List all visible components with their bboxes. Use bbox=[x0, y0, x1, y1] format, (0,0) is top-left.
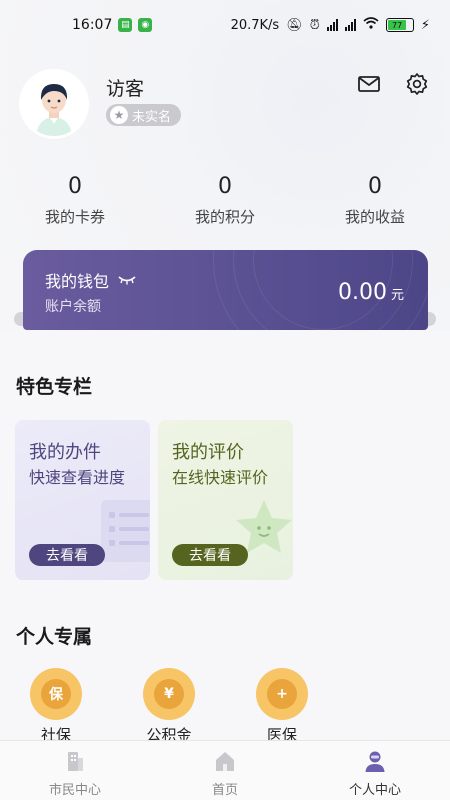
wallet-amount: 0.00 bbox=[338, 280, 387, 305]
stat-label: 我的积分 bbox=[194, 208, 255, 226]
network-speed: 20.7K/s bbox=[230, 17, 280, 33]
signal-icon bbox=[326, 19, 338, 31]
signal-icon-2 bbox=[344, 19, 356, 31]
stat-value: 0 bbox=[368, 174, 382, 199]
personal-section-title: 个人专属 bbox=[16, 626, 93, 648]
stat-coupons[interactable]: 0 我的卡券 bbox=[0, 172, 150, 227]
username: 访客 bbox=[106, 78, 145, 100]
alarm-icon: ⏰︎ bbox=[309, 17, 320, 33]
user-profile-icon bbox=[365, 751, 385, 772]
view-applications-button[interactable]: 去看看 bbox=[29, 544, 105, 566]
stat-points[interactable]: 0 我的积分 bbox=[150, 172, 300, 227]
avatar-illustration bbox=[22, 72, 86, 136]
wallet-title-row: 我的钱包 bbox=[45, 268, 137, 292]
view-reviews-button[interactable]: 去看看 bbox=[172, 544, 248, 566]
wallet-subtitle: 账户余额 bbox=[45, 299, 101, 315]
notification-app-icon: ▤ bbox=[118, 18, 133, 32]
wallet-currency-unit: 元 bbox=[390, 288, 404, 303]
status-bar: 16:07 ▤ ◉ 20.7K/s 🔕︎ ⏰︎ 77 ⚡︎ bbox=[0, 0, 450, 50]
shield-insurance-icon: 保 bbox=[41, 679, 71, 709]
my-applications-card[interactable]: 我的办件 快速查看进度 去看看 bbox=[15, 420, 150, 580]
wallet-card[interactable]: 我的钱包 账户余额 0.00 元 bbox=[23, 250, 428, 330]
stat-value: 0 bbox=[218, 174, 232, 199]
stats-row: 0 我的卡券 0 我的积分 0 我的收益 bbox=[0, 172, 450, 227]
my-reviews-card[interactable]: 我的评价 在线快速评价 去看看 bbox=[158, 420, 293, 580]
wallet-title: 我的钱包 bbox=[45, 272, 110, 291]
verify-status-label: 未实名 bbox=[132, 109, 172, 125]
tab-personal-center[interactable]: 个人中心 bbox=[300, 741, 450, 800]
status-time: 16:07 bbox=[72, 17, 113, 33]
eye-closed-icon[interactable] bbox=[117, 271, 137, 290]
stat-value: 0 bbox=[68, 174, 82, 199]
card-title: 我的评价 bbox=[172, 442, 244, 463]
tab-home[interactable]: 首页 bbox=[150, 741, 300, 800]
charging-icon: ⚡︎ bbox=[420, 17, 430, 33]
tab-label: 市民中心 bbox=[48, 783, 101, 798]
stat-earnings[interactable]: 0 我的收益 bbox=[300, 172, 450, 227]
wallet-balance: 0.00 元 bbox=[338, 280, 404, 305]
star-badge-icon: ★ bbox=[110, 106, 128, 124]
bottom-tab-bar: 市民中心 首页 个人中心 bbox=[0, 740, 450, 800]
tab-label: 个人中心 bbox=[348, 783, 401, 798]
settings-gear-icon[interactable] bbox=[405, 72, 429, 96]
home-icon bbox=[216, 752, 234, 771]
stat-label: 我的卡券 bbox=[44, 208, 105, 226]
card-subtitle: 在线快速评价 bbox=[172, 468, 269, 487]
stat-label: 我的收益 bbox=[344, 208, 405, 226]
battery-icon: 77 bbox=[385, 18, 414, 32]
wifi-icon bbox=[363, 17, 379, 33]
social-insurance-button[interactable]: 保 bbox=[30, 668, 82, 720]
person-medical-icon: + bbox=[267, 679, 297, 709]
housing-fund-button[interactable]: ¥ bbox=[143, 668, 195, 720]
battery-level: 77 bbox=[387, 20, 407, 30]
house-fund-icon: ¥ bbox=[154, 679, 184, 709]
avatar[interactable] bbox=[22, 72, 86, 136]
wechat-notification-icon: ◉ bbox=[138, 18, 153, 32]
medical-insurance-button[interactable]: + bbox=[256, 668, 308, 720]
building-icon bbox=[68, 752, 83, 771]
document-list-icon bbox=[101, 500, 150, 562]
mute-icon: 🔕︎ bbox=[286, 17, 303, 33]
tab-label: 首页 bbox=[211, 783, 238, 798]
card-subtitle: 快速查看进度 bbox=[29, 468, 126, 487]
featured-section-title: 特色专栏 bbox=[16, 376, 93, 398]
mail-icon[interactable] bbox=[357, 72, 381, 96]
card-title: 我的办件 bbox=[29, 442, 101, 463]
tab-citizen-center[interactable]: 市民中心 bbox=[0, 741, 150, 800]
verify-status-badge[interactable]: ★ 未实名 bbox=[106, 104, 182, 126]
